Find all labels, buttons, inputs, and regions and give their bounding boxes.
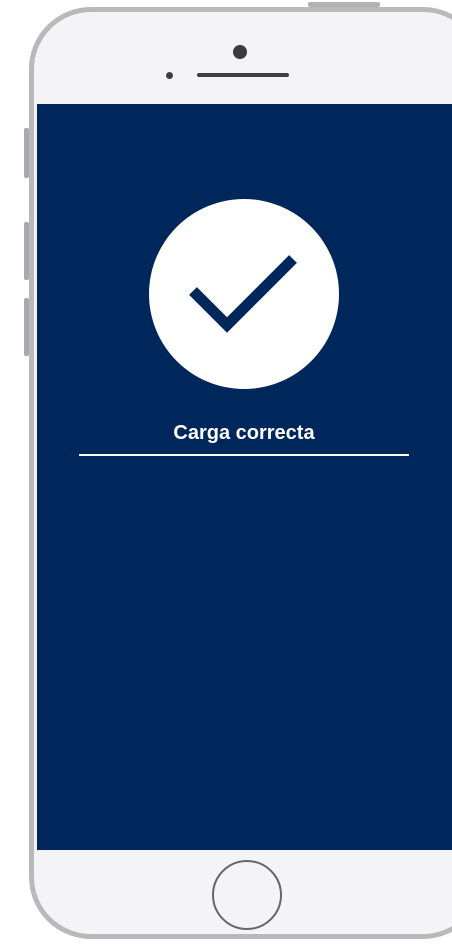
divider [79, 454, 409, 456]
checkmark-icon [189, 255, 297, 333]
app-screen: Carga correcta [37, 104, 452, 850]
earpiece-speaker [197, 73, 289, 77]
upload-status-text: Carga correcta [173, 422, 315, 444]
stage: Carga correcta [0, 0, 452, 944]
proximity-sensor [166, 72, 173, 79]
home-button[interactable] [212, 860, 282, 930]
front-camera [233, 45, 247, 59]
success-badge [149, 199, 339, 389]
